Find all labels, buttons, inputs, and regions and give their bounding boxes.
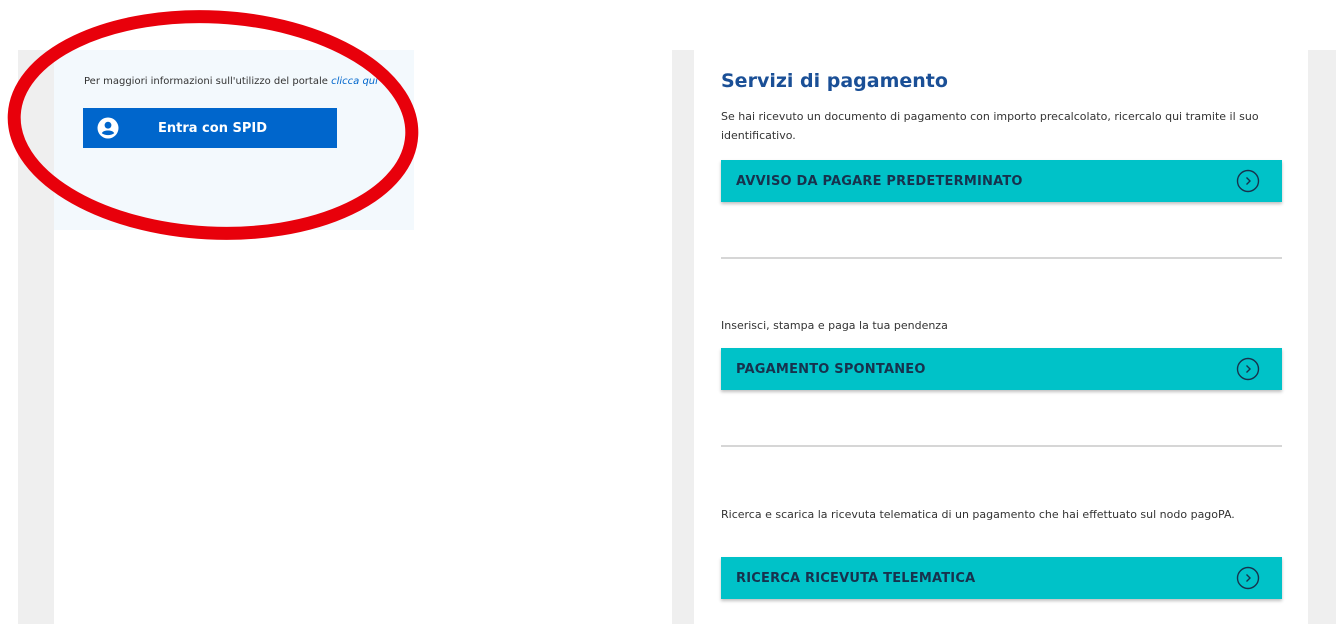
portal-info-link[interactable]: clicca qui	[331, 76, 378, 87]
payments-title: Servizi di pagamento	[721, 70, 948, 92]
user-circle-icon	[97, 117, 119, 139]
receipt-search-button[interactable]: RICERCA RICEVUTA TELEMATICA	[721, 557, 1282, 599]
section-divider	[721, 257, 1282, 259]
predetermined-notice-description: Se hai ricevuto un documento di pagament…	[721, 110, 1259, 142]
left-gutter	[18, 50, 54, 624]
receipt-search-label: RICERCA RICEVUTA TELEMATICA	[736, 570, 976, 586]
chevron-right-circle-icon	[1236, 357, 1260, 381]
portal-info-label: Per maggiori informazioni sull'utilizzo …	[84, 76, 332, 87]
receipt-search-description: Ricerca e scarica la ricevuta telematica…	[721, 508, 1235, 521]
spontaneous-payment-description: Inserisci, stampa e paga la tua pendenza	[721, 319, 948, 332]
right-gutter	[1308, 50, 1336, 624]
chevron-right-circle-icon	[1236, 169, 1260, 193]
chevron-right-circle-icon	[1236, 566, 1260, 590]
spontaneous-payment-button[interactable]: PAGAMENTO SPONTANEO	[721, 348, 1282, 390]
section-divider	[721, 445, 1282, 447]
page: Per maggiori informazioni sull'utilizzo …	[0, 0, 1336, 624]
spontaneous-payment-label: PAGAMENTO SPONTANEO	[736, 361, 926, 377]
spid-login-label: Entra con SPID	[158, 120, 267, 136]
predetermined-notice-button[interactable]: AVVISO DA PAGARE PREDETERMINATO	[721, 160, 1282, 202]
portal-info-text: Per maggiori informazioni sull'utilizzo …	[84, 76, 378, 87]
spid-login-button[interactable]: Entra con SPID	[83, 108, 337, 148]
predetermined-notice-label: AVVISO DA PAGARE PREDETERMINATO	[736, 173, 1023, 189]
middle-gutter	[672, 50, 694, 624]
